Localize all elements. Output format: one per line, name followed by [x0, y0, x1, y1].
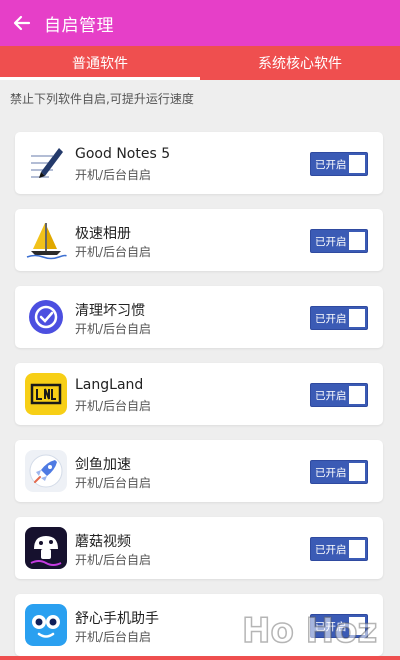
goodnotes-icon — [25, 142, 67, 184]
app-name: 极速相册 — [75, 226, 131, 242]
langland-icon — [25, 373, 67, 415]
back-arrow-icon — [13, 15, 31, 31]
list-item: 极速相册 开机/后台自启 已开启 — [15, 209, 383, 271]
toggle-knob — [349, 617, 365, 635]
app-name: 蘑菇视频 — [75, 534, 131, 550]
list-item: 剑鱼加速 开机/后台自启 已开启 — [15, 440, 383, 502]
toggle-knob — [349, 463, 365, 481]
rocket-icon — [25, 450, 67, 492]
toggle-label: 已开启 — [315, 159, 347, 171]
app-status: 开机/后台自启 — [75, 245, 152, 259]
toggle-knob — [349, 155, 365, 173]
tab-bar: 普通软件 系统核心软件 — [0, 46, 400, 80]
toggle-knob — [349, 232, 365, 250]
app-name: Good Notes 5 — [75, 146, 171, 162]
autostart-toggle[interactable]: 已开启 — [310, 383, 368, 407]
toggle-label: 已开启 — [315, 390, 347, 402]
app-name: 舒心手机助手 — [75, 611, 159, 627]
autostart-toggle[interactable]: 已开启 — [310, 152, 368, 176]
owl-assistant-icon — [25, 604, 67, 646]
autostart-toggle[interactable]: 已开启 — [310, 229, 368, 253]
list-item: 舒心手机助手 开机/后台自启 已开启 — [15, 594, 383, 656]
mushroom-video-icon — [25, 527, 67, 569]
app-status: 开机/后台自启 — [75, 399, 152, 413]
list-item: 清理坏习惯 开机/后台自启 已开启 — [15, 286, 383, 348]
toggle-label: 已开启 — [315, 236, 347, 248]
app-status: 开机/后台自启 — [75, 322, 152, 336]
app-name: 剑鱼加速 — [75, 457, 131, 473]
hint-text: 禁止下列软件自启,可提升运行速度 — [10, 92, 194, 106]
app-status: 开机/后台自启 — [75, 553, 152, 567]
app-name: 清理坏习惯 — [75, 303, 145, 319]
toggle-knob — [349, 309, 365, 327]
toggle-label: 已开启 — [315, 544, 347, 556]
list-item: 蘑菇视频 开机/后台自启 已开启 — [15, 517, 383, 579]
app-status: 开机/后台自启 — [75, 630, 152, 644]
toggle-knob — [349, 386, 365, 404]
autostart-toggle[interactable]: 已开启 — [310, 614, 368, 638]
toggle-knob — [349, 540, 365, 558]
list-item: Good Notes 5 开机/后台自启 已开启 — [15, 132, 383, 194]
title-bar: 自启管理 — [0, 0, 400, 46]
autostart-toggle[interactable]: 已开启 — [310, 537, 368, 561]
check-circle-icon — [25, 296, 67, 338]
list-item: LangLand 开机/后台自启 已开启 — [15, 363, 383, 425]
toggle-label: 已开启 — [315, 467, 347, 479]
app-status: 开机/后台自启 — [75, 476, 152, 490]
app-status: 开机/后台自启 — [75, 168, 152, 182]
sailboat-album-icon — [25, 219, 67, 261]
app-name: LangLand — [75, 377, 144, 393]
back-button[interactable] — [2, 0, 42, 46]
tab-system-core-apps[interactable]: 系统核心软件 — [200, 46, 400, 80]
tab-normal-apps[interactable]: 普通软件 — [0, 46, 200, 80]
bottom-strip — [0, 656, 400, 660]
toggle-label: 已开启 — [315, 621, 347, 633]
autostart-toggle[interactable]: 已开启 — [310, 306, 368, 330]
toggle-label: 已开启 — [315, 313, 347, 325]
page-title: 自启管理 — [44, 15, 114, 36]
autostart-toggle[interactable]: 已开启 — [310, 460, 368, 484]
